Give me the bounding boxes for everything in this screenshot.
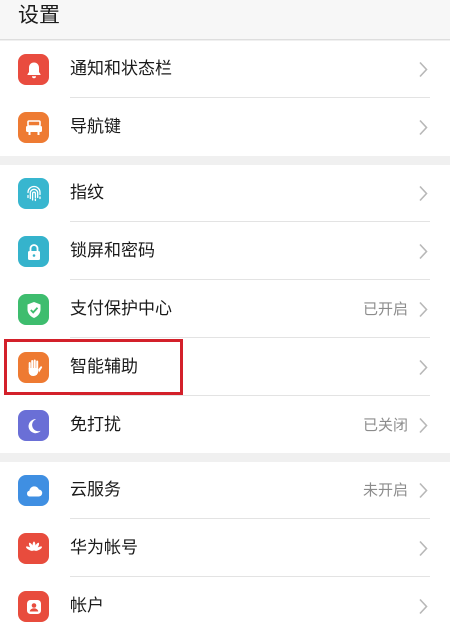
divider — [70, 97, 430, 98]
chevron-right-icon — [419, 417, 428, 434]
chevron-right-icon — [419, 119, 428, 136]
hand-icon — [18, 352, 49, 383]
moon-icon — [18, 410, 49, 441]
chevron-right-icon — [419, 359, 428, 376]
settings-item-accounts[interactable]: 帐户 — [0, 578, 450, 635]
chevron-right-icon — [419, 243, 428, 260]
settings-item-navigation-key[interactable]: 导航键 — [0, 99, 450, 156]
huawei-logo-icon — [18, 533, 49, 564]
settings-item-fingerprint[interactable]: 指纹 — [0, 165, 450, 222]
divider — [70, 337, 430, 338]
settings-group-3: 云服务 未开启 华为帐号 帐户 — [0, 462, 450, 640]
settings-item-label: 云服务 — [70, 480, 121, 500]
settings-item-cloud-service[interactable]: 云服务 未开启 — [0, 462, 450, 519]
settings-item-label: 锁屏和密码 — [70, 241, 155, 261]
chevron-right-icon — [419, 301, 428, 318]
settings-group-1: 通知和状态栏 导航键 — [0, 41, 450, 156]
settings-item-payment-protection[interactable]: 支付保护中心 已开启 — [0, 281, 450, 338]
chevron-right-icon — [419, 598, 428, 615]
settings-item-label: 智能辅助 — [70, 357, 138, 377]
status-text: 已关闭 — [362, 416, 408, 434]
settings-item-label: 华为帐号 — [70, 538, 138, 558]
settings-item-huawei-id[interactable]: 华为帐号 — [0, 520, 450, 577]
cloud-icon — [18, 475, 49, 506]
page-title: 设置 — [18, 3, 60, 27]
chevron-right-icon — [419, 482, 428, 499]
chevron-right-icon — [419, 540, 428, 557]
lock-icon — [18, 236, 49, 267]
shield-check-icon — [18, 294, 49, 325]
fingerprint-icon — [18, 178, 49, 209]
chevron-right-icon — [419, 185, 428, 202]
settings-item-smart-assist[interactable]: 智能辅助 — [0, 339, 450, 396]
status-text: 已开启 — [362, 300, 408, 318]
settings-item-lock-screen[interactable]: 锁屏和密码 — [0, 223, 450, 280]
divider — [70, 395, 430, 396]
settings-item-notifications[interactable]: 通知和状态栏 — [0, 41, 450, 98]
settings-item-label: 导航键 — [70, 117, 121, 137]
settings-item-do-not-disturb[interactable]: 免打扰 已关闭 — [0, 397, 450, 454]
settings-item-label: 指纹 — [70, 183, 104, 203]
settings-item-label: 通知和状态栏 — [70, 59, 172, 79]
chevron-right-icon — [419, 61, 428, 78]
settings-item-label: 免打扰 — [70, 415, 121, 435]
account-icon — [18, 591, 49, 622]
settings-item-label: 支付保护中心 — [70, 299, 172, 319]
settings-group-2: 指纹 锁屏和密码 支付保护中心 已开启 智能辅助 免打扰 已关闭 — [0, 165, 450, 453]
divider — [70, 279, 430, 280]
settings-screen: 设置 通知和状态栏 导航键 指纹 锁屏和密码 支付保护中心 已开启 智能辅助 免… — [0, 0, 450, 640]
settings-item-label: 帐户 — [70, 596, 104, 616]
divider — [70, 518, 430, 519]
divider — [70, 221, 430, 222]
header: 设置 — [0, 0, 450, 40]
bell-icon — [18, 54, 49, 85]
navigation-key-icon — [18, 112, 49, 143]
status-text: 未开启 — [362, 481, 408, 499]
divider — [70, 576, 430, 577]
